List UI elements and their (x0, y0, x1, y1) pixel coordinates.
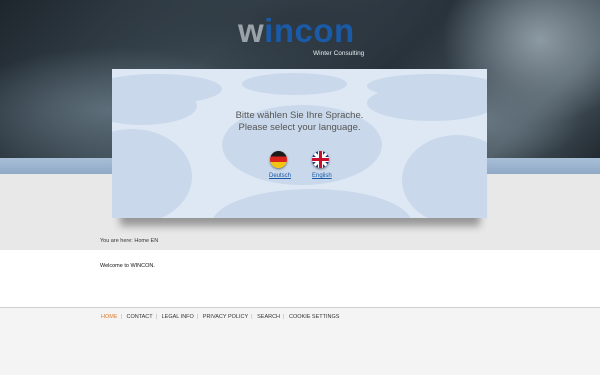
footer-link-search[interactable]: SEARCH (257, 314, 280, 320)
decor-bubble (402, 135, 487, 218)
logo-subtitle: Winter Consulting (313, 50, 365, 57)
content-area (0, 250, 600, 308)
decor-bubble (242, 73, 347, 95)
deutsch-link[interactable]: Deutsch (269, 173, 291, 179)
breadcrumb: You are here: Home EN (100, 238, 159, 244)
footer-link-home[interactable]: HOME (101, 314, 118, 320)
prompt-english: Please select your language. (238, 122, 361, 133)
logo-text-w: w (238, 12, 265, 49)
footer-navigation: HOME | CONTACT | LEGAL INFO | PRIVACY POLIC… (101, 314, 339, 320)
german-flag-icon[interactable] (270, 151, 287, 168)
footer-separator: | (196, 314, 199, 320)
decor-bubble (212, 189, 412, 218)
footer-link-privacy-policy[interactable]: PRIVACY POLICY (203, 314, 248, 320)
footer-separator: | (155, 314, 158, 320)
welcome-text: Welcome to WINCON. (100, 263, 155, 269)
uk-flag-icon[interactable] (312, 151, 329, 168)
wincon-logo[interactable]: wincon (238, 12, 355, 50)
footer-separator: | (120, 314, 122, 320)
english-link[interactable]: English (312, 173, 332, 179)
language-select-dialog: Bitte wählen Sie Ihre Sprache. Please se… (112, 69, 487, 218)
footer-link-contact[interactable]: CONTACT (126, 314, 152, 320)
footer-link-legal-info[interactable]: LEGAL INFO (162, 314, 194, 320)
footer-separator: | (251, 314, 253, 320)
logo-text-incon: incon (264, 12, 355, 49)
footer-link-cookie-settings[interactable]: COOKIE SETTINGS (289, 314, 339, 320)
decor-bubble (112, 129, 192, 218)
prompt-german: Bitte wählen Sie Ihre Sprache. (235, 110, 364, 121)
footer-separator: | (283, 314, 285, 320)
